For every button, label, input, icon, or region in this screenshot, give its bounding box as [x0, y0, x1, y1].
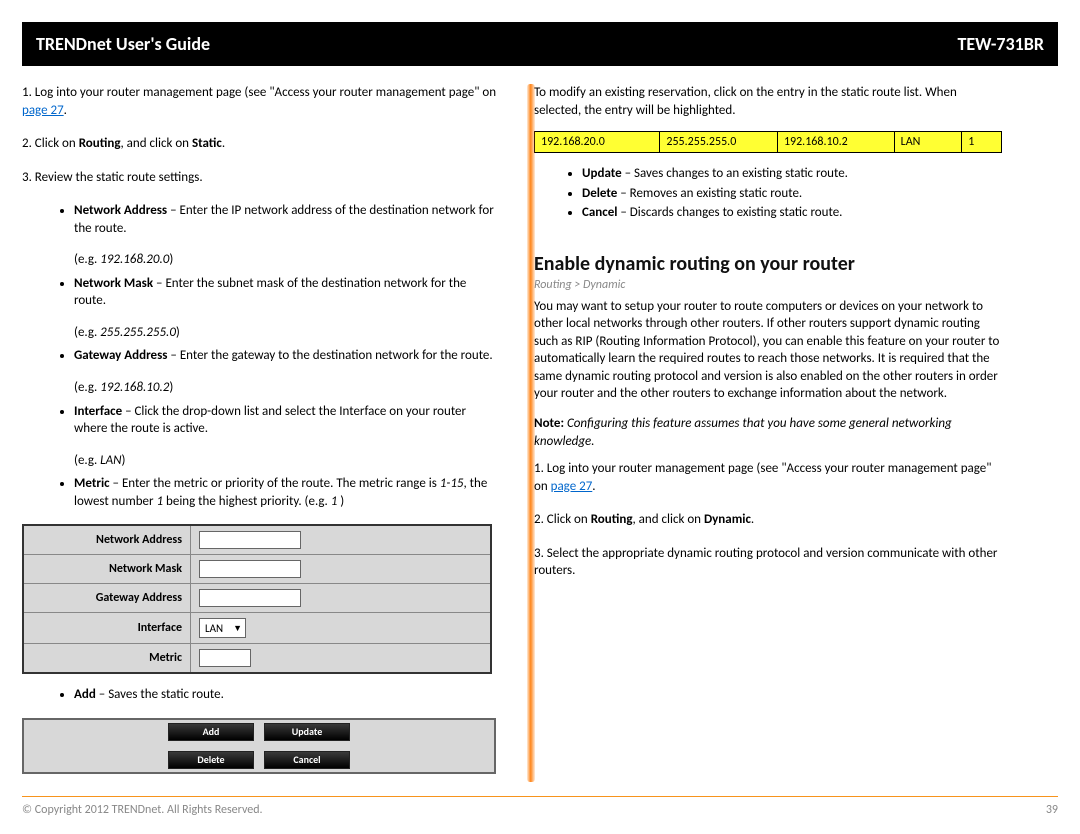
hilite-interface: LAN: [894, 132, 962, 153]
op-delete: Delete – Removes an existing static rout…: [582, 185, 1002, 203]
highlighted-route-row[interactable]: 192.168.20.0 255.255.255.0 192.168.10.2 …: [534, 131, 1002, 153]
eg-network-mask: (e.g. 255.255.255.0): [22, 324, 500, 342]
metric-input[interactable]: [199, 649, 251, 667]
op-update: Update – Saves changes to an existing st…: [582, 165, 1002, 183]
form-label-network-mask: Network Mask: [23, 555, 191, 584]
dstep2: 2. Click on Routing, and click on Dynami…: [534, 511, 1002, 529]
header-bar: TRENDnet User's Guide TEW-731BR: [22, 22, 1058, 66]
footer-page-number: 39: [1046, 803, 1058, 817]
dynamic-para: You may want to setup your router to rou…: [534, 298, 1002, 403]
network-address-input[interactable]: [199, 531, 301, 549]
dstep3: 3. Select the appropriate dynamic routin…: [534, 545, 1002, 580]
left-column: 1. Log into your router management page …: [22, 84, 512, 782]
page27-link[interactable]: page 27: [22, 103, 64, 118]
hilite-gateway: 192.168.10.2: [777, 132, 894, 153]
breadcrumb: Routing > Dynamic: [534, 278, 1002, 292]
dynamic-note: Note: Configuring this feature assumes t…: [534, 415, 1002, 450]
form-label-metric: Metric: [23, 644, 191, 674]
network-mask-input[interactable]: [199, 560, 301, 578]
page27-link-2[interactable]: page 27: [551, 479, 593, 494]
ops-bullets: Update – Saves changes to an existing st…: [534, 165, 1002, 222]
cancel-button[interactable]: Cancel: [264, 751, 350, 769]
bullet-add: Add – Saves the static route.: [74, 686, 500, 704]
right-column: To modify an existing reservation, click…: [512, 84, 1002, 782]
form-label-gateway-address: Gateway Address: [23, 584, 191, 613]
eg-network-address: (e.g. 192.168.20.0): [22, 251, 500, 269]
bullet-interface: Interface – Click the drop-down list and…: [74, 403, 500, 438]
form-buttons: Add Update Delete Cancel: [22, 718, 496, 774]
step3: 3. Review the static route settings.: [22, 169, 500, 187]
bullet-gateway-address: Gateway Address – Enter the gateway to t…: [74, 347, 500, 365]
delete-button[interactable]: Delete: [168, 751, 254, 769]
hilite-network: 192.168.20.0: [535, 132, 660, 153]
section-title-dynamic-routing: Enable dynamic routing on your router: [534, 252, 1002, 276]
interface-select[interactable]: LAN▼: [199, 618, 246, 638]
update-button[interactable]: Update: [264, 723, 350, 741]
step1: 1. Log into your router management page …: [22, 84, 500, 119]
modify-intro: To modify an existing reservation, click…: [534, 84, 1002, 119]
bullet-network-mask: Network Mask – Enter the subnet mask of …: [74, 275, 500, 310]
op-cancel: Cancel – Discards changes to existing st…: [582, 204, 1002, 222]
dstep1: 1. Log into your router management page …: [534, 460, 1002, 495]
bullet-network-address: Network Address – Enter the IP network a…: [74, 202, 500, 237]
form-label-interface: Interface: [23, 613, 191, 644]
footer-copyright: © Copyright 2012 TRENDnet. All Rights Re…: [22, 803, 263, 817]
hilite-metric: 1: [962, 132, 1002, 153]
add-button[interactable]: Add: [168, 723, 254, 741]
chevron-down-icon: ▼: [233, 623, 242, 634]
static-route-form: Network Address Network Mask Gateway Add…: [22, 524, 492, 674]
gateway-address-input[interactable]: [199, 589, 301, 607]
step2: 2. Click on Routing, and click on Static…: [22, 135, 500, 153]
eg-gateway-address: (e.g. 192.168.10.2): [22, 379, 500, 397]
eg-interface: (e.g. LAN): [22, 452, 500, 470]
column-divider: [527, 84, 535, 782]
bullet-metric: Metric – Enter the metric or priority of…: [74, 475, 500, 510]
header-title: TRENDnet User's Guide: [36, 33, 210, 55]
hilite-mask: 255.255.255.0: [660, 132, 778, 153]
form-label-network-address: Network Address: [23, 525, 191, 555]
footer: © Copyright 2012 TRENDnet. All Rights Re…: [22, 796, 1058, 817]
settings-bullets: Network Address – Enter the IP network a…: [22, 202, 500, 237]
header-model: TEW-731BR: [957, 33, 1044, 55]
